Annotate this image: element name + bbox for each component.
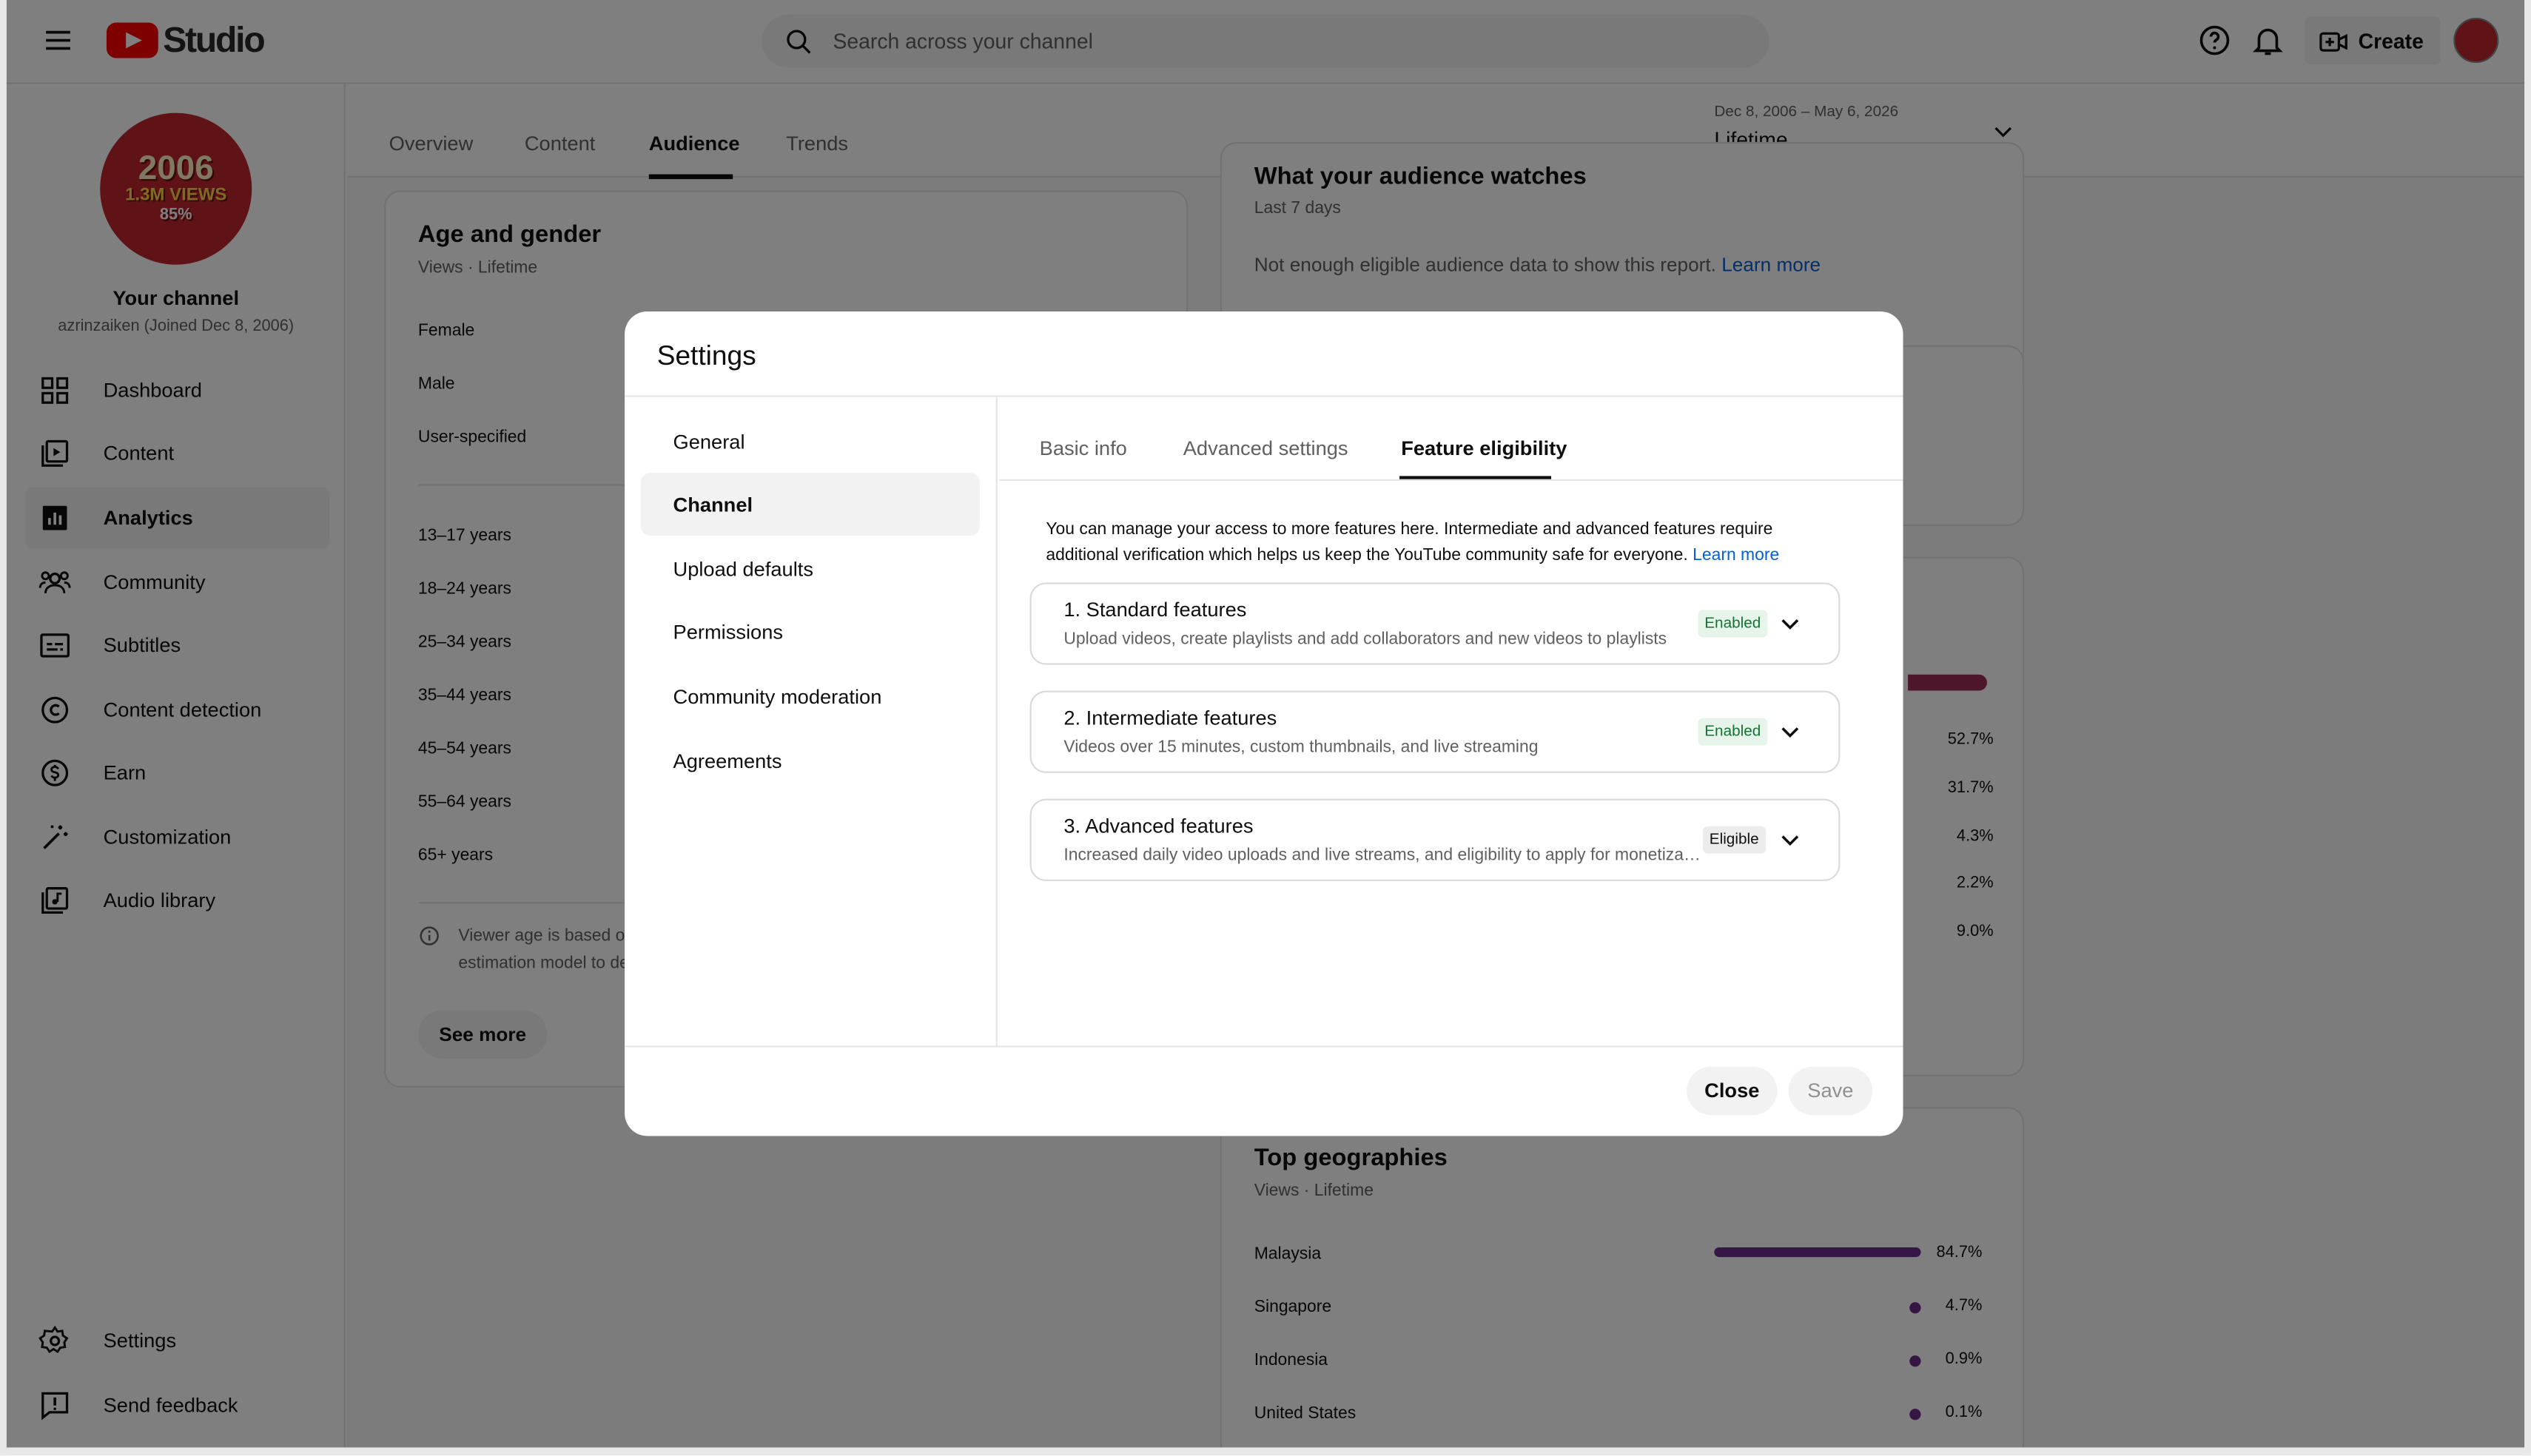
- settings-nav-agreements[interactable]: Agreements: [641, 729, 980, 792]
- feature-eligibility-description: You can manage your access to more featu…: [1046, 516, 1837, 568]
- feature-advanced[interactable]: 3. Advanced features Increased daily vid…: [1029, 798, 1841, 881]
- feature-title: 1. Standard features: [1063, 599, 1247, 621]
- status-badge: Enabled: [1698, 610, 1768, 638]
- chevron-down-icon[interactable]: [1777, 828, 1803, 854]
- feature-description: Increased daily video uploads and live s…: [1063, 845, 1701, 866]
- chevron-down-icon[interactable]: [1777, 612, 1803, 638]
- settings-nav-channel[interactable]: Channel: [640, 473, 980, 536]
- settings-nav-upload-defaults[interactable]: Upload defaults: [641, 537, 980, 600]
- divider: [625, 1045, 1903, 1048]
- feature-description: Videos over 15 minutes, custom thumbnail…: [1063, 737, 1539, 757]
- feature-intermediate[interactable]: 2. Intermediate features Videos over 15 …: [1029, 690, 1841, 773]
- close-button[interactable]: Close: [1687, 1066, 1778, 1116]
- feature-description: Upload videos, create playlists and add …: [1063, 629, 1667, 649]
- feature-title: 2. Intermediate features: [1063, 707, 1277, 729]
- feature-title: 3. Advanced features: [1063, 815, 1254, 837]
- feature-standard[interactable]: 1. Standard features Upload videos, crea…: [1029, 582, 1841, 665]
- status-badge: Eligible: [1703, 826, 1766, 854]
- settings-dialog: Settings General Channel Upload defaults…: [625, 311, 1903, 1136]
- settings-nav-permissions[interactable]: Permissions: [641, 600, 980, 663]
- settings-nav: General Channel Upload defaults Permissi…: [625, 397, 998, 1046]
- tab-basic-info[interactable]: Basic info: [1040, 437, 1127, 460]
- tab-advanced-settings[interactable]: Advanced settings: [1183, 437, 1348, 460]
- learn-more-link[interactable]: Learn more: [1693, 545, 1779, 564]
- save-button[interactable]: Save: [1788, 1066, 1873, 1116]
- description-text: You can manage your access to more featu…: [1046, 519, 1773, 565]
- status-badge: Enabled: [1698, 718, 1768, 746]
- dialog-title: Settings: [656, 340, 756, 371]
- studio-window: Studio Search across your channel Create…: [0, 0, 2531, 1456]
- chevron-down-icon[interactable]: [1777, 720, 1803, 746]
- divider: [999, 479, 1903, 481]
- tab-feature-eligibility[interactable]: Feature eligibility: [1401, 437, 1567, 460]
- settings-nav-general[interactable]: General: [641, 410, 980, 473]
- settings-nav-community-moderation[interactable]: Community moderation: [641, 665, 980, 728]
